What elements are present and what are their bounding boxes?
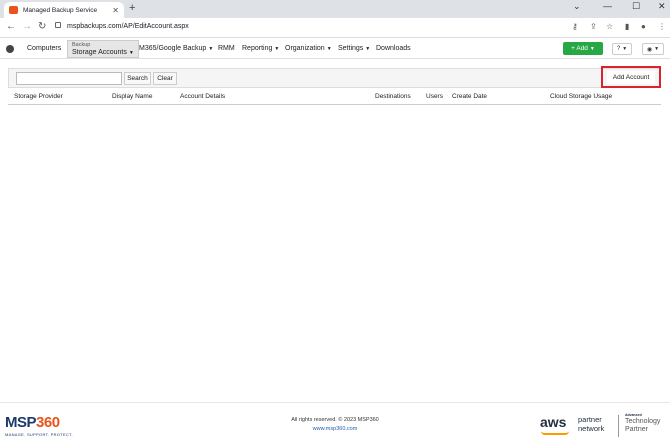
- caret-down-icon: ▼: [622, 46, 628, 52]
- nav-settings-label: Settings: [338, 45, 364, 52]
- caret-down-icon: ▼: [274, 46, 280, 52]
- website-link[interactable]: www.msp360.com: [0, 426, 670, 432]
- aws-partner-network: partner network: [578, 415, 604, 433]
- maximize-icon[interactable]: ☐: [632, 1, 640, 12]
- add-button[interactable]: + Add ▼: [563, 42, 603, 55]
- nav-organization[interactable]: Organization ▼: [285, 45, 332, 52]
- nav-reporting[interactable]: Reporting ▼: [242, 45, 279, 52]
- caret-down-icon: ▼: [365, 46, 371, 52]
- url-field[interactable]: mspbackups.com/AP/EditAccount.aspx: [55, 22, 189, 30]
- help-button[interactable]: ? ▼: [612, 43, 632, 55]
- minimize-icon[interactable]: —: [603, 1, 612, 11]
- accounts-table-header: Storage Provider Display Name Account De…: [8, 90, 661, 105]
- tab-search-icon[interactable]: ⌄: [573, 1, 581, 12]
- user-icon: ◉: [646, 46, 653, 53]
- nav-rmm[interactable]: RMM: [218, 45, 235, 52]
- share-icon[interactable]: ⇪: [590, 22, 597, 31]
- nav-storage-accounts[interactable]: Backup Storage Accounts ▼: [67, 40, 139, 58]
- app-nav: Computers Backup Storage Accounts ▼ M365/…: [0, 39, 670, 59]
- divider: [618, 415, 619, 437]
- sidepanel-icon[interactable]: ▮: [625, 22, 629, 31]
- caret-down-icon: ▼: [208, 46, 214, 52]
- nav-m365-label: M365/Google Backup: [139, 45, 207, 52]
- forward-icon[interactable]: →: [22, 21, 32, 32]
- copyright-text: All rights reserved. © 2023 MSP360: [291, 417, 379, 423]
- column-header[interactable]: Display Name: [112, 93, 152, 100]
- caret-down-icon: ▼: [589, 45, 595, 52]
- tab-title: Managed Backup Service: [23, 6, 98, 14]
- nav-organization-label: Organization: [285, 45, 325, 52]
- nav-reporting-label: Reporting: [242, 45, 273, 52]
- nav-m365[interactable]: M365/Google Backup ▼: [139, 45, 213, 52]
- url-text: mspbackups.com/AP/EditAccount.aspx: [67, 23, 189, 30]
- aws-smile-icon: [541, 431, 569, 435]
- back-icon[interactable]: ←: [6, 21, 16, 32]
- address-bar: ← → ↻ mspbackups.com/AP/EditAccount.aspx…: [0, 18, 670, 38]
- key-icon[interactable]: ⚷: [572, 22, 578, 31]
- favicon-icon: [9, 6, 18, 14]
- browser-tabstrip: Managed Backup Service ✕ + ⌄ — ☐ ✕: [0, 0, 670, 18]
- search-button[interactable]: Search: [124, 72, 151, 85]
- add-account-button[interactable]: Add Account: [607, 71, 655, 84]
- caret-down-icon: ▼: [654, 46, 660, 52]
- column-header[interactable]: Cloud Storage Usage: [550, 93, 612, 100]
- column-header[interactable]: Users: [426, 93, 443, 100]
- close-window-icon[interactable]: ✕: [658, 1, 666, 12]
- column-header[interactable]: Create Date: [452, 93, 487, 100]
- column-header[interactable]: Storage Provider: [14, 93, 63, 100]
- reload-icon[interactable]: ↻: [38, 21, 46, 32]
- caret-down-icon: ▼: [326, 46, 332, 52]
- browser-tab[interactable]: Managed Backup Service ✕: [4, 2, 124, 18]
- clear-button[interactable]: Clear: [153, 72, 177, 85]
- technology-text: Technology: [625, 418, 661, 425]
- lock-icon: [55, 22, 61, 28]
- new-tab-icon[interactable]: +: [129, 2, 135, 14]
- accounts-toolbar: Search Clear: [8, 68, 661, 88]
- advanced-technology-partner: Advanced Technology Partner: [625, 413, 660, 434]
- menu-icon[interactable]: ⋮: [658, 22, 666, 31]
- column-header[interactable]: Account Details: [180, 93, 225, 100]
- nav-settings[interactable]: Settings ▼: [338, 45, 370, 52]
- nav-storage-accounts-label: Storage Accounts: [72, 49, 127, 56]
- add-account-highlight: Add Account: [601, 66, 661, 88]
- search-input[interactable]: [16, 72, 122, 85]
- user-menu-button[interactable]: ◉ ▼: [642, 43, 664, 55]
- aws-logo: aws: [540, 414, 567, 430]
- network-text: network: [578, 424, 605, 433]
- partner-text: partner: [578, 415, 602, 424]
- brand-tagline: MANAGE. SUPPORT. PROTECT.: [5, 432, 73, 437]
- close-tab-icon[interactable]: ✕: [112, 6, 119, 15]
- help-icon: ?: [616, 46, 621, 52]
- caret-down-icon: ▼: [128, 50, 134, 56]
- add-button-label: + Add: [571, 45, 588, 52]
- nav-computers[interactable]: Computers: [27, 45, 61, 52]
- profile-icon[interactable]: ●: [641, 22, 646, 31]
- partner-badge-text: Partner: [625, 426, 648, 433]
- star-icon[interactable]: ☆: [606, 22, 613, 31]
- column-header[interactable]: Destinations: [375, 93, 411, 100]
- nav-downloads[interactable]: Downloads: [376, 45, 411, 52]
- app-logo-icon[interactable]: [6, 45, 14, 53]
- page-footer: MSP360 MANAGE. SUPPORT. PROTECT. All rig…: [0, 402, 670, 444]
